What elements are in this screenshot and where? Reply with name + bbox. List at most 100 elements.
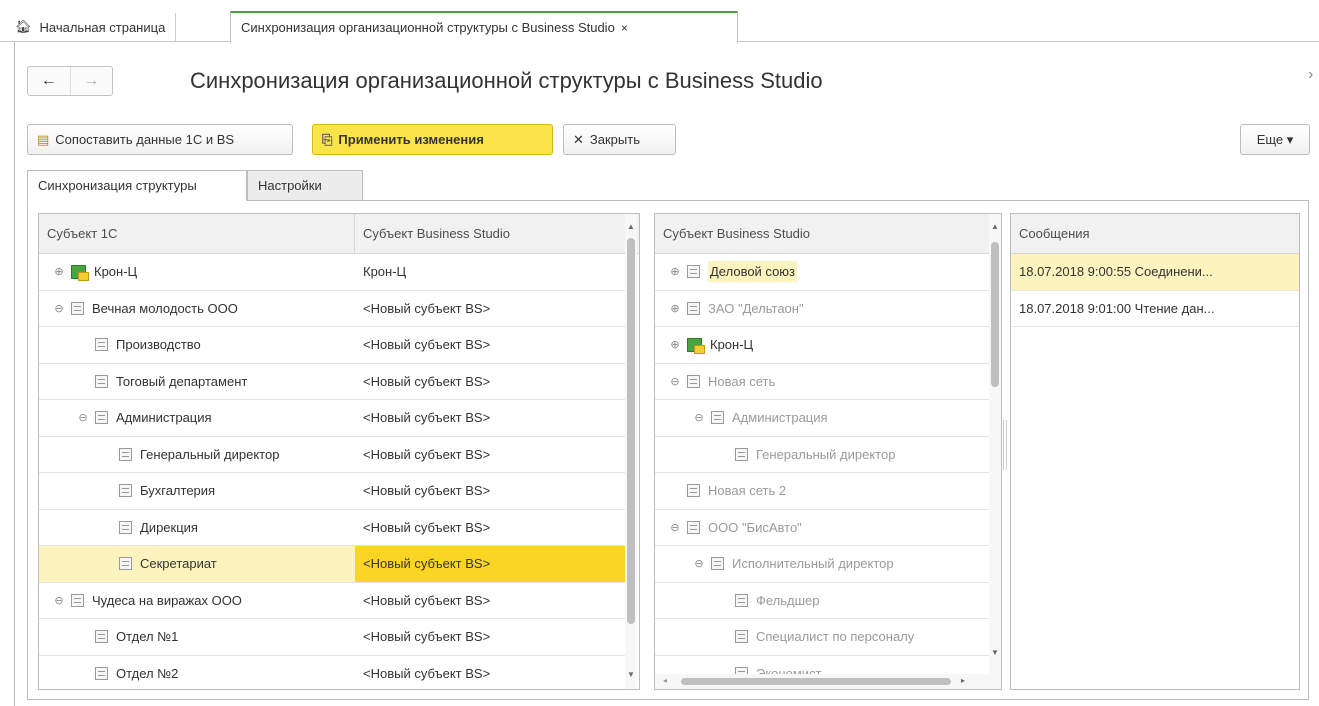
tab-home[interactable]: 🏠︎ Начальная страница — [15, 13, 177, 41]
table-row[interactable]: Отдел №1 <Новый субъект BS> — [39, 619, 625, 656]
collapse-icon[interactable]: ⊖ — [693, 557, 705, 570]
expand-icon[interactable]: ⊕ — [669, 338, 681, 351]
collapse-icon[interactable]: ⊖ — [53, 594, 65, 607]
bs-subject-cell[interactable]: <Новый субъект BS> — [355, 291, 625, 327]
tree-cell: Генеральный директор — [655, 437, 989, 473]
tree-label: Отдел №1 — [116, 629, 179, 645]
hscroll-thumb[interactable] — [681, 678, 951, 685]
left-table: Субъект 1С Субъект Business Studio ⊕ Крон… — [38, 213, 640, 690]
bs-subject-cell[interactable]: <Новый субъект BS> — [355, 656, 625, 690]
scroll-left-icon[interactable]: ◂ — [663, 676, 667, 685]
back-button[interactable]: ← — [28, 67, 71, 95]
table-row[interactable]: ⊕ ЗАО "Дельтаон" — [655, 291, 989, 327]
forward-button[interactable]: → — [71, 67, 113, 95]
compare-button[interactable]: ▤ Сопоставить данные 1С и BS — [27, 124, 293, 155]
table-row[interactable]: ⊖ Новая сеть — [655, 364, 989, 400]
collapse-icon[interactable]: ⊖ — [77, 411, 89, 424]
bs-subject-cell[interactable]: <Новый субъект BS> — [355, 619, 625, 655]
middle-table-body: ⊕ Деловой союз ⊕ ЗАО "Дельтаон" ⊕ Крон-Ц ⊖ Нова… — [655, 254, 989, 674]
scroll-up-icon[interactable]: ▲ — [625, 222, 637, 231]
collapse-icon[interactable]: ⊖ — [693, 411, 705, 424]
document-icon — [71, 301, 84, 315]
bs-subject-cell[interactable]: <Новый субъект BS> — [355, 400, 625, 436]
table-row[interactable]: Фельдшер — [655, 583, 989, 619]
bs-subject-cell[interactable]: Крон-Ц — [355, 254, 625, 290]
apply-label: Применить изменения — [338, 132, 484, 147]
col-header-1c[interactable]: Субъект 1С — [39, 214, 355, 254]
scroll-thumb[interactable] — [627, 238, 635, 624]
table-row[interactable]: ⊕ Деловой союз — [655, 254, 989, 291]
message-row[interactable]: 18.07.2018 9:00:55 Соединени... — [1011, 254, 1299, 291]
document-icon — [735, 630, 748, 644]
middle-table-hscrollbar[interactable]: ◂ ▸ — [655, 674, 1001, 689]
more-button[interactable]: Еще ▾ — [1240, 124, 1310, 155]
chevron-right-icon[interactable]: › — [1308, 66, 1313, 84]
table-row[interactable]: Новая сеть 2 — [655, 473, 989, 510]
tab-settings[interactable]: Настройки — [247, 170, 363, 201]
document-icon — [687, 374, 700, 388]
document-icon — [95, 666, 108, 680]
close-button[interactable]: ✕ Закрыть — [563, 124, 676, 155]
bs-subject-cell[interactable]: <Новый субъект BS> — [355, 327, 625, 363]
tree-cell: Секретариат — [39, 546, 355, 582]
bs-subject-cell[interactable]: <Новый субъект BS> — [355, 546, 625, 582]
scroll-down-icon[interactable]: ▼ — [989, 648, 1001, 657]
col-header-bs[interactable]: Субъект Business Studio — [355, 214, 625, 254]
table-row[interactable]: Тоговый департамент <Новый субъект BS> — [39, 364, 625, 400]
scroll-thumb[interactable] — [991, 242, 999, 387]
scroll-right-icon[interactable]: ▸ — [961, 676, 965, 685]
middle-table: Субъект Business Studio ⊕ Деловой союз ⊕ ЗА… — [654, 213, 1002, 690]
bs-subject-cell[interactable]: <Новый субъект BS> — [355, 510, 625, 546]
expand-icon[interactable]: ⊕ — [53, 265, 65, 278]
table-row[interactable]: Генеральный директор <Новый субъект BS> — [39, 437, 625, 473]
tab-sync-structure[interactable]: Синхронизация структуры — [27, 170, 247, 201]
collapse-icon[interactable]: ⊖ — [669, 375, 681, 388]
tab-sync[interactable]: Синхронизация организационной структуры … — [230, 11, 738, 43]
bs-subject-cell[interactable]: <Новый субъект BS> — [355, 583, 625, 619]
col-header-bs-middle[interactable]: Субъект Business Studio — [655, 214, 989, 254]
tree-cell: ⊖ Исполнительный директор — [655, 546, 989, 582]
col-header-messages[interactable]: Сообщения — [1011, 214, 1299, 254]
table-row[interactable]: Дирекция <Новый субъект BS> — [39, 510, 625, 546]
panel-splitter[interactable] — [1003, 420, 1007, 470]
message-text: 18.07.2018 9:00:55 Соединени... — [1019, 264, 1213, 280]
tree-cell: Новая сеть 2 — [655, 473, 989, 509]
bs-subject-cell[interactable]: <Новый субъект BS> — [355, 437, 625, 473]
table-row[interactable]: Секретариат <Новый субъект BS> — [39, 546, 625, 583]
close-tab-icon[interactable]: × — [621, 21, 628, 35]
middle-table-scrollbar[interactable]: ▲ ▼ — [989, 214, 1001, 674]
table-row[interactable]: Отдел №2 <Новый субъект BS> — [39, 656, 625, 690]
compare-icon: ▤ — [37, 131, 50, 147]
table-row[interactable]: ⊖ ООО "БисАвто" — [655, 510, 989, 546]
expand-icon[interactable]: ⊕ — [669, 265, 681, 278]
table-row[interactable]: ⊖ Вечная молодость ООО <Новый субъект BS> — [39, 291, 625, 327]
scroll-up-icon[interactable]: ▲ — [989, 222, 1001, 231]
table-row[interactable]: ⊕ Крон-Ц — [655, 327, 989, 364]
table-row[interactable]: Экономист — [655, 656, 989, 674]
scroll-down-icon[interactable]: ▼ — [625, 670, 637, 679]
table-row[interactable]: ⊖ Администрация <Новый субъект BS> — [39, 400, 625, 437]
table-row[interactable]: ⊖ Администрация — [655, 400, 989, 437]
tree-label: Дирекция — [140, 519, 198, 535]
tree-label: Генеральный директор — [140, 446, 280, 462]
tree-label: ООО "БисАвто" — [708, 519, 802, 535]
left-table-scrollbar[interactable]: ▲ ▼ — [625, 214, 637, 689]
expand-icon[interactable]: ⊕ — [669, 302, 681, 315]
table-row[interactable]: Специалист по персоналу — [655, 619, 989, 656]
collapse-icon[interactable]: ⊖ — [53, 302, 65, 315]
collapse-icon[interactable]: ⊖ — [669, 521, 681, 534]
apply-button[interactable]: ⎘ Применить изменения — [312, 124, 553, 155]
table-row[interactable]: ⊖ Исполнительный директор — [655, 546, 989, 583]
table-row[interactable]: Генеральный директор — [655, 437, 989, 473]
tree-cell: Экономист — [655, 656, 989, 674]
bs-subject-cell[interactable]: <Новый субъект BS> — [355, 364, 625, 400]
tree-cell: ⊕ Крон-Ц — [39, 254, 355, 290]
table-row[interactable]: ⊖ Чудеса на виражах ООО <Новый субъект BS> — [39, 583, 625, 619]
table-row[interactable]: Бухгалтерия <Новый субъект BS> — [39, 473, 625, 510]
compare-label: Сопоставить данные 1С и BS — [55, 132, 235, 147]
table-row[interactable]: Производство <Новый субъект BS> — [39, 327, 625, 364]
tree-label: Новая сеть 2 — [708, 483, 787, 499]
table-row[interactable]: ⊕ Крон-Ц Крон-Ц — [39, 254, 625, 291]
message-row[interactable]: 18.07.2018 9:01:00 Чтение дан... — [1011, 291, 1299, 327]
bs-subject-cell[interactable]: <Новый субъект BS> — [355, 473, 625, 509]
